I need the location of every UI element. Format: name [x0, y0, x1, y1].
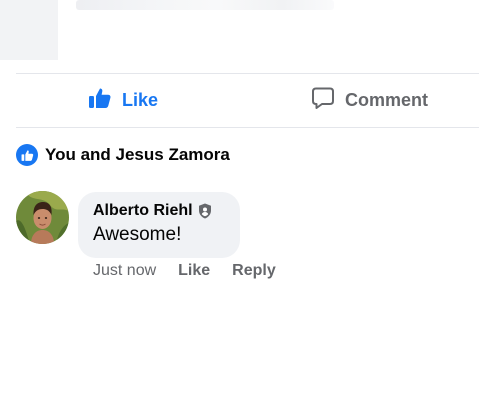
post-preview-area: [0, 0, 495, 60]
comment-bubble[interactable]: Alberto Riehl Awesome!: [78, 192, 240, 258]
divider-bottom: [16, 127, 479, 128]
blurred-text: [76, 0, 334, 10]
comment-timestamp: Just now: [93, 262, 157, 279]
comment-bubble-icon: [311, 86, 335, 115]
avatar[interactable]: [16, 191, 69, 244]
comment-button[interactable]: Comment: [311, 74, 428, 127]
like-button[interactable]: Like: [88, 74, 158, 127]
post-action-bar: Like Comment: [0, 74, 495, 127]
like-reaction-icon: [16, 144, 38, 166]
thumbs-up-icon: [88, 86, 112, 115]
comment-like-link[interactable]: Like: [178, 262, 210, 280]
admin-shield-icon: [198, 203, 212, 219]
comment-text: Awesome!: [93, 224, 182, 245]
preview-image-edge: [0, 0, 58, 60]
reaction-summary-text: You and Jesus Zamora: [45, 145, 230, 164]
reaction-summary[interactable]: You and Jesus Zamora: [16, 143, 230, 167]
comment-author[interactable]: Alberto Riehl: [93, 202, 240, 220]
comment-button-label: Comment: [345, 90, 429, 110]
comment-reply-link[interactable]: Reply: [232, 262, 276, 280]
like-button-label: Like: [122, 90, 159, 110]
comment-author-name[interactable]: Alberto Riehl: [93, 202, 193, 220]
comment-meta: Just now Like Reply: [93, 262, 298, 280]
